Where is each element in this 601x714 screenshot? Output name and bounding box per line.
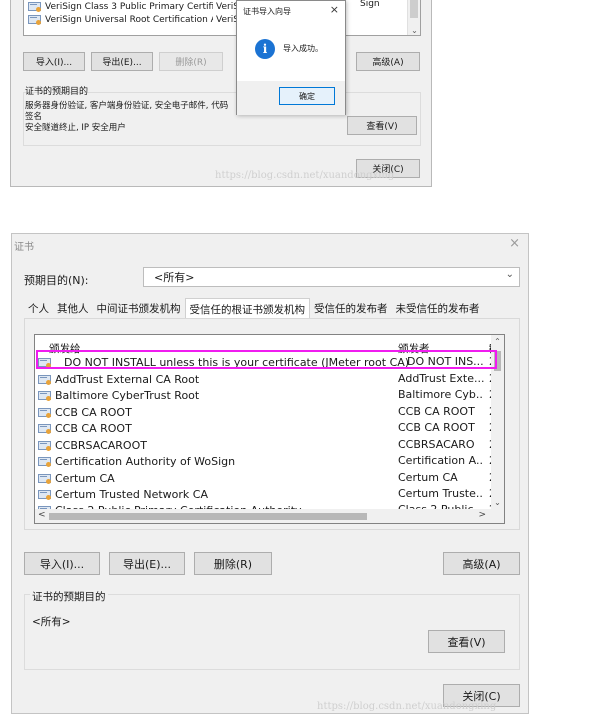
- issued-to-cell: Certum Trusted Network CA: [55, 487, 208, 501]
- issued-to-cell: Baltimore CyberTrust Root: [55, 388, 200, 402]
- top-certificate-list[interactable]: VeriSign Class 3 Public Primary Certific…: [23, 0, 421, 36]
- top-remove-button[interactable]: 删除(R): [159, 52, 223, 71]
- top-view-button[interactable]: 查看(V): [347, 116, 417, 135]
- certificate-icon: [38, 456, 52, 467]
- scroll-down-arrow-icon[interactable]: ⌄: [491, 498, 504, 507]
- issued-by-cell: Baltimore Cyb...: [398, 388, 484, 401]
- top-list-scrollbar[interactable]: ⌄: [407, 0, 420, 35]
- tab-intermediate-ca[interactable]: 中间证书颁发机构: [93, 298, 185, 318]
- certificate-icon: [38, 423, 52, 434]
- scrollbar-thumb[interactable]: [410, 0, 418, 18]
- top-certificate-dialog: VeriSign Class 3 Public Primary Certific…: [10, 0, 432, 187]
- table-row[interactable]: CCB CA ROOT CCB CA ROOT 2: [38, 420, 496, 436]
- view-button[interactable]: 查看(V): [428, 630, 505, 653]
- top-purpose-text: 服务器身份验证, 客户端身份验证, 安全电子邮件, 代码签名 安全隧道终止, I…: [25, 101, 235, 134]
- scroll-right-arrow-icon[interactable]: >: [478, 510, 486, 520]
- dialog-title: 证书: [14, 242, 34, 253]
- message-box-title: 证书导入向导: [243, 7, 291, 16]
- horizontal-scrollbar[interactable]: < >: [35, 509, 504, 523]
- watermark-text: https://blog.csdn.net/xuandongxing: [215, 170, 395, 181]
- issued-to-cell: Certification Authority of WoSign: [55, 454, 236, 468]
- watermark-text: https://blog.csdn.net/xuandongxing: [317, 701, 497, 712]
- issued-to-cell: VeriSign Universal Root Certification Au…: [45, 14, 213, 25]
- intended-purpose-select[interactable]: <所有> ⌄: [143, 267, 520, 287]
- advanced-button[interactable]: 高级(A): [443, 552, 520, 575]
- import-button[interactable]: 导入(I)...: [24, 552, 100, 575]
- certificate-icon: [38, 374, 52, 385]
- issued-to-cell: CCBRSACAROOT: [55, 438, 147, 452]
- list-item[interactable]: VeriSign Universal Root Certification Au…: [28, 13, 239, 26]
- top-purpose-line-1: 服务器身份验证, 客户端身份验证, 安全电子邮件, 代码签名: [25, 101, 229, 122]
- table-row[interactable]: CCBRSACAROOT CCBRSACARO 2: [38, 437, 496, 453]
- issuer-tail-text: Sign: [360, 0, 380, 9]
- table-row[interactable]: AddTrust External CA Root AddTrust Exte.…: [38, 371, 496, 387]
- top-purpose-line-2: 安全隧道终止, IP 安全用户: [25, 123, 126, 133]
- top-purpose-label: 证书的预期目的: [25, 87, 89, 97]
- issued-by-cell: CCBRSACARO: [398, 438, 475, 451]
- certificate-icon: [28, 14, 42, 25]
- scrollbar-thumb[interactable]: [49, 513, 367, 520]
- issued-to-cell: VeriSign Class 3 Public Primary Certific…: [45, 1, 213, 12]
- tab-personal[interactable]: 个人: [24, 298, 53, 318]
- certificate-dialog: 证书 × 预期目的(N): <所有> ⌄ 个人 其他人 中间证书颁发机构 受信任…: [11, 233, 529, 714]
- issued-to-cell: CCB CA ROOT: [55, 421, 132, 435]
- highlight-box: [36, 350, 497, 369]
- table-row[interactable]: Baltimore CyberTrust Root Baltimore Cyb.…: [38, 387, 496, 403]
- certificate-icon: [38, 473, 52, 484]
- issued-by-cell: Certum CA: [398, 471, 458, 484]
- issued-to-cell: AddTrust External CA Root: [55, 372, 200, 386]
- intended-purpose-label: 预期目的(N):: [24, 274, 89, 287]
- intended-purposes-label: 证书的预期目的: [30, 589, 108, 604]
- close-icon[interactable]: ×: [330, 3, 339, 16]
- issued-by-cell: Certification A...: [398, 454, 484, 467]
- top-advanced-button[interactable]: 高级(A): [356, 52, 420, 71]
- scroll-left-arrow-icon[interactable]: <: [38, 510, 46, 520]
- top-import-button[interactable]: 导入(I)...: [23, 52, 85, 71]
- issued-to-cell: CCB CA ROOT: [55, 405, 132, 419]
- info-icon: i: [255, 39, 275, 59]
- message-box-body: i 导入成功。: [237, 21, 345, 81]
- chevron-down-icon: ⌄: [505, 269, 514, 280]
- issued-by-cell: CCB CA ROOT: [398, 405, 475, 418]
- issued-by-cell: CCB CA ROOT: [398, 421, 475, 434]
- tab-trusted-publishers[interactable]: 受信任的发布者: [310, 298, 392, 318]
- close-icon[interactable]: ×: [509, 236, 520, 251]
- issued-by-cell: Certum Truste...: [398, 487, 484, 500]
- table-row[interactable]: Certum CA Certum CA 2: [38, 470, 496, 486]
- issued-by-cell: AddTrust Exte...: [398, 372, 484, 385]
- issued-to-cell: Certum CA: [55, 471, 115, 485]
- certificate-icon: [38, 489, 52, 500]
- intended-purposes-value: <所有>: [32, 616, 71, 628]
- remove-button[interactable]: 删除(R): [194, 552, 272, 575]
- export-button[interactable]: 导出(E)...: [109, 552, 185, 575]
- table-row[interactable]: Certification Authority of WoSign Certif…: [38, 453, 496, 469]
- tab-other-people[interactable]: 其他人: [53, 298, 93, 318]
- intended-purpose-value: <所有>: [154, 271, 195, 284]
- tab-untrusted-publishers[interactable]: 未受信任的发布者: [392, 298, 484, 318]
- store-tabs: 个人 其他人 中间证书颁发机构 受信任的根证书颁发机构 受信任的发布者 未受信任…: [24, 298, 484, 318]
- scroll-up-arrow-icon[interactable]: ⌃: [491, 337, 504, 346]
- certificate-icon: [28, 1, 42, 12]
- table-row[interactable]: CCB CA ROOT CCB CA ROOT 2: [38, 404, 496, 420]
- message-text: 导入成功。: [283, 44, 323, 53]
- ok-button[interactable]: 确定: [279, 87, 335, 105]
- tab-trusted-root-ca[interactable]: 受信任的根证书颁发机构: [184, 298, 310, 318]
- scroll-down-arrow-icon[interactable]: ⌄: [408, 26, 421, 35]
- list-item[interactable]: VeriSign Class 3 Public Primary Certific…: [28, 0, 239, 13]
- top-export-button[interactable]: 导出(E)...: [91, 52, 153, 71]
- certificate-icon: [38, 390, 52, 401]
- certificate-icon: [38, 440, 52, 451]
- table-row[interactable]: Certum Trusted Network CA Certum Truste.…: [38, 486, 496, 502]
- certificate-icon: [38, 407, 52, 418]
- import-success-message-box: 证书导入向导 × i 导入成功。 确定: [236, 0, 346, 115]
